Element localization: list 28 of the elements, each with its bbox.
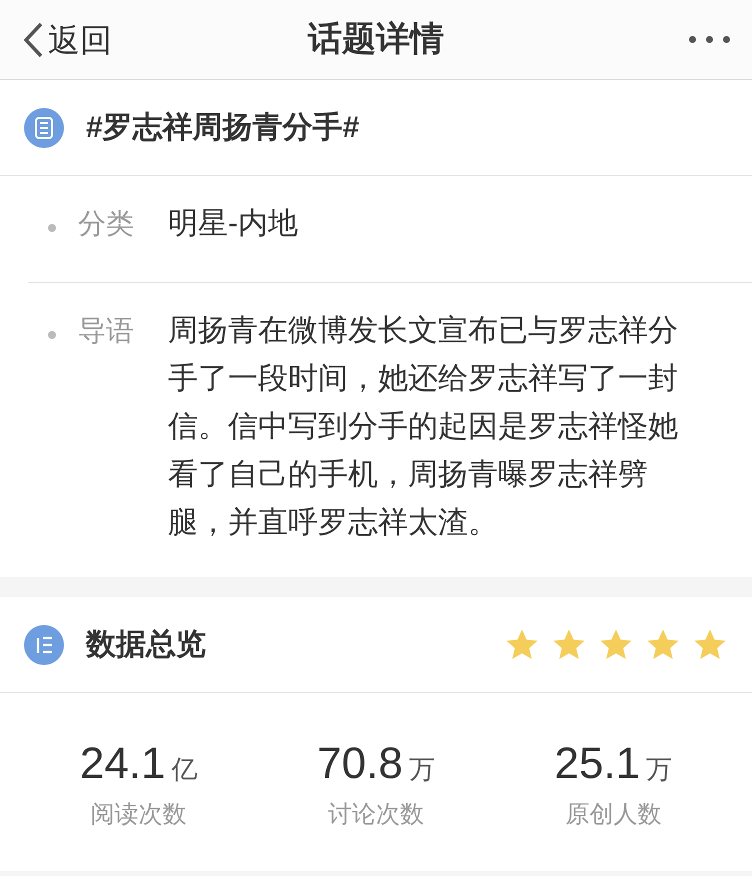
stat-label: 阅读次数 xyxy=(90,800,187,830)
stat-label: 讨论次数 xyxy=(328,800,424,830)
star-icon xyxy=(598,628,634,662)
star-icon xyxy=(504,628,540,662)
bullet-icon xyxy=(48,224,56,232)
stat-number: 70.8 xyxy=(317,738,403,790)
back-button[interactable]: 返回 xyxy=(22,16,112,64)
list-icon xyxy=(24,624,64,664)
stat-unit: 万 xyxy=(408,753,435,786)
stat-unit: 亿 xyxy=(171,753,198,786)
stat-unit: 万 xyxy=(646,753,672,786)
star-icon xyxy=(551,628,587,662)
section-title: 数据总览 xyxy=(86,627,206,663)
chevron-left-icon xyxy=(22,20,44,58)
star-icon xyxy=(692,628,728,662)
topic-title: #罗志祥周扬青分手# xyxy=(86,110,360,146)
detail-label: 导语 xyxy=(78,314,135,348)
detail-label: 分类 xyxy=(78,207,135,241)
stat-number: 24.1 xyxy=(80,738,166,790)
detail-value: 周扬青在微博发长文宣布已与罗志祥分手了一段时间，她还给罗志祥写了一封信。信中写到分手的起因是罗志祥怪她看了自己的手机，周扬青曝罗志祥劈腿，并直呼罗志祥太渣。 xyxy=(168,313,679,541)
stat-number: 25.1 xyxy=(554,738,640,790)
stat-label: 原创人数 xyxy=(565,800,662,830)
list-icon xyxy=(24,108,64,148)
star-icon xyxy=(645,628,681,662)
more-icon[interactable] xyxy=(689,36,730,43)
detail-value: 明星-内地 xyxy=(168,206,299,242)
page-title: 话题详情 xyxy=(308,19,444,60)
bullet-icon xyxy=(48,331,56,339)
